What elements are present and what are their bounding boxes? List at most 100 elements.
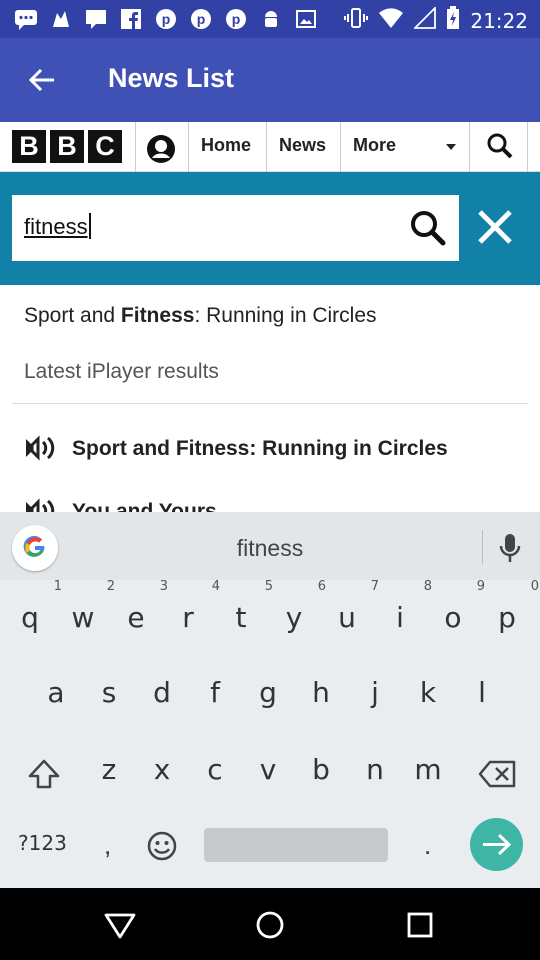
back-icon[interactable]: [103, 908, 137, 942]
key-z[interactable]: z: [89, 746, 129, 796]
keyboard-suggestion[interactable]: fitness: [0, 535, 540, 562]
text-cursor: [88, 213, 91, 239]
shift-icon[interactable]: [25, 756, 63, 794]
bbc-logo[interactable]: B B C: [12, 130, 122, 163]
key-label: i: [396, 601, 404, 634]
suggestion-strip: fitness: [0, 512, 540, 580]
key-k[interactable]: k: [408, 669, 448, 719]
nav-home[interactable]: Home: [201, 122, 251, 172]
key-hint: 5: [264, 579, 273, 594]
key-label: q: [21, 601, 39, 634]
search-input[interactable]: fitness: [12, 195, 459, 261]
key-q[interactable]: q1: [10, 580, 62, 644]
pinterest-icon: p: [154, 7, 178, 31]
key-v[interactable]: v: [248, 746, 288, 796]
facebook-icon: [119, 7, 143, 31]
space-key[interactable]: [204, 828, 388, 862]
wifi-icon: [378, 7, 404, 34]
key-s[interactable]: s: [89, 669, 129, 719]
pinterest-icon: p: [224, 7, 248, 31]
mic-icon[interactable]: [498, 532, 522, 566]
backspace-icon[interactable]: [478, 757, 518, 791]
recents-icon[interactable]: [403, 908, 437, 942]
arrow-back-icon[interactable]: [26, 64, 58, 96]
close-icon[interactable]: [470, 202, 520, 254]
key-label: e: [127, 601, 145, 634]
key-u[interactable]: u7: [327, 580, 379, 644]
notification-icon: [49, 7, 73, 31]
key-j[interactable]: j: [355, 669, 395, 719]
key-y[interactable]: y6: [274, 580, 326, 644]
key-hint: 3: [159, 579, 168, 594]
key-hint: 7: [370, 579, 379, 594]
key-w[interactable]: w2: [63, 580, 115, 644]
key-n[interactable]: n: [355, 746, 395, 796]
key-g[interactable]: g: [248, 669, 288, 719]
messages-icon: [14, 7, 38, 31]
divider: [482, 530, 483, 564]
bbc-logo-letter: B: [12, 130, 46, 163]
key-label: t: [235, 601, 247, 634]
key-hint: 8: [423, 579, 432, 594]
key-o[interactable]: o9: [433, 580, 485, 644]
enter-key[interactable]: [470, 818, 523, 871]
key-f[interactable]: f: [195, 669, 235, 719]
key-t[interactable]: t5: [221, 580, 274, 644]
key-label: p: [498, 601, 516, 634]
key-label: o: [444, 601, 462, 634]
key-m[interactable]: m: [408, 746, 448, 796]
key-b[interactable]: b: [301, 746, 341, 796]
search-icon[interactable]: [486, 132, 514, 160]
android-icon: [259, 7, 283, 31]
signal-icon: [413, 5, 437, 34]
search-query: fitness: [24, 214, 88, 239]
key-hint: 9: [476, 579, 485, 594]
divider: [12, 403, 528, 404]
nav-more[interactable]: More: [353, 122, 396, 172]
search-icon[interactable]: [409, 209, 447, 247]
status-bar: p p p 21:22: [0, 0, 540, 38]
app-bar: News List: [0, 38, 540, 122]
key-c[interactable]: c: [195, 746, 235, 796]
divider: [340, 122, 341, 172]
search-input-value[interactable]: fitness: [24, 213, 91, 240]
key-x[interactable]: x: [142, 746, 182, 796]
divider: [527, 122, 528, 172]
key-hint: 1: [53, 579, 62, 594]
key-l[interactable]: l: [462, 669, 502, 719]
key-hint: 6: [317, 579, 326, 594]
emoji-icon[interactable]: [146, 830, 178, 862]
list-item[interactable]: Sport and Fitness: Running in Circles: [24, 429, 524, 469]
key-d[interactable]: d: [142, 669, 182, 719]
key-hint: 0: [530, 579, 539, 594]
key-p[interactable]: p0: [487, 580, 539, 644]
home-icon[interactable]: [253, 908, 287, 942]
symbols-key[interactable]: ?123: [18, 831, 67, 855]
comma-key[interactable]: ,: [104, 830, 111, 861]
key-a[interactable]: a: [36, 669, 76, 719]
key-r[interactable]: r4: [168, 580, 220, 644]
period-key[interactable]: .: [424, 830, 431, 861]
key-hint: 4: [211, 579, 220, 594]
vibrate-icon: [344, 6, 369, 35]
key-label: y: [285, 601, 303, 634]
clock: 21:22: [470, 8, 528, 33]
divider: [469, 122, 470, 172]
notification-icons: p p p: [14, 7, 318, 31]
key-h[interactable]: h: [301, 669, 341, 719]
suggestion-prefix: Sport and: [24, 304, 121, 327]
key-i[interactable]: i8: [380, 580, 432, 644]
account-icon[interactable]: [146, 134, 176, 164]
bbc-logo-letter: B: [50, 130, 84, 163]
audio-icon: [24, 433, 58, 463]
key-label: r: [182, 601, 194, 634]
soft-keyboard: fitness q1 w2 e3 r4 t5 y6 u7 i8 o9 p0 a …: [0, 512, 540, 888]
divider: [135, 122, 136, 172]
nav-news[interactable]: News: [279, 122, 326, 172]
suggestion-match: Fitness: [120, 304, 195, 327]
search-suggestion[interactable]: Sport and Fitness: Running in Circles: [24, 304, 377, 328]
bbc-logo-letter: C: [88, 130, 122, 163]
key-label: u: [338, 601, 356, 634]
svg-text:p: p: [197, 11, 206, 27]
key-e[interactable]: e3: [116, 580, 168, 644]
